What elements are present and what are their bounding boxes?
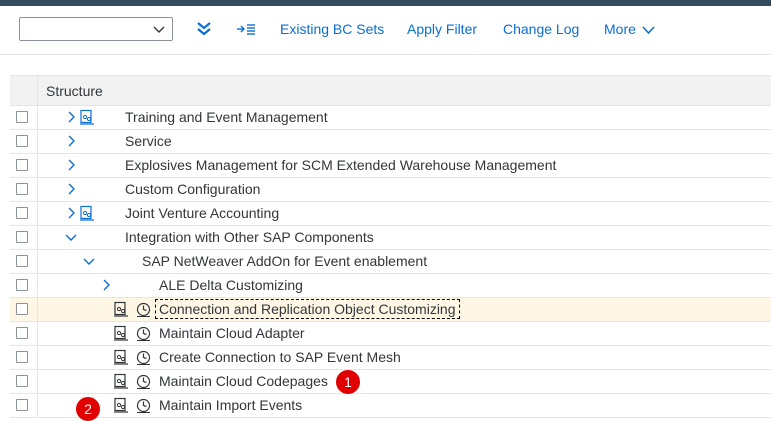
row-label: Integration with Other SAP Components: [125, 229, 374, 245]
structure-select[interactable]: [19, 17, 173, 41]
clock-icon[interactable]: [136, 302, 151, 317]
table-row[interactable]: Connection and Replication Object Custom…: [10, 298, 771, 322]
more-button[interactable]: More: [604, 21, 655, 37]
row-label: Service: [125, 133, 172, 149]
table-row[interactable]: Create Connection to SAP Event Mesh: [10, 346, 771, 370]
toolbar: Existing BC Sets Apply Filter Change Log…: [0, 6, 771, 55]
change-log-button[interactable]: Change Log: [503, 21, 579, 37]
chevron-right-icon[interactable]: [65, 207, 77, 219]
row-label: Custom Configuration: [125, 181, 261, 197]
row-checkbox[interactable]: [16, 255, 28, 267]
chevron-right-icon[interactable]: [65, 111, 77, 123]
row-checkbox[interactable]: [16, 207, 28, 219]
row-label[interactable]: Create Connection to SAP Event Mesh: [159, 349, 401, 365]
structure-tree-table: Structure Training and Event Management …: [10, 75, 771, 418]
table-row[interactable]: Maintain Cloud Adapter: [10, 322, 771, 346]
annotation-badge-2: 2: [76, 397, 100, 421]
img-documentation-icon[interactable]: [113, 301, 129, 317]
chevron-right-icon[interactable]: [65, 159, 77, 171]
collapse-all-icon[interactable]: [194, 19, 214, 39]
row-label: ALE Delta Customizing: [159, 277, 303, 293]
table-row[interactable]: Service: [10, 130, 771, 154]
row-checkbox[interactable]: [16, 351, 28, 363]
row-label[interactable]: Maintain Import Events: [159, 397, 302, 413]
clock-icon[interactable]: [136, 350, 151, 365]
row-checkbox[interactable]: [16, 327, 28, 339]
chevron-right-icon[interactable]: [100, 279, 112, 291]
clock-icon[interactable]: [136, 326, 151, 341]
row-checkbox[interactable]: [16, 375, 28, 387]
structure-column-header: Structure: [46, 83, 103, 99]
table-row[interactable]: Integration with Other SAP Components: [10, 226, 771, 250]
table-row[interactable]: Explosives Management for SCM Extended W…: [10, 154, 771, 178]
table-header: Structure: [10, 76, 771, 106]
img-documentation-icon[interactable]: [79, 205, 95, 221]
row-label[interactable]: Maintain Cloud Adapter: [159, 325, 305, 341]
row-checkbox[interactable]: [16, 399, 28, 411]
table-row[interactable]: Joint Venture Accounting: [10, 202, 771, 226]
img-documentation-icon[interactable]: [113, 349, 129, 365]
chevron-right-icon[interactable]: [65, 183, 77, 195]
img-documentation-icon[interactable]: [113, 373, 129, 389]
more-label: More: [604, 21, 636, 37]
table-row[interactable]: Maintain Import Events: [10, 394, 771, 418]
row-label[interactable]: Connection and Replication Object Custom…: [155, 299, 460, 319]
chevron-down-icon: [153, 26, 165, 33]
row-label: SAP NetWeaver AddOn for Event enablement: [142, 253, 428, 269]
existing-bc-sets-button[interactable]: Existing BC Sets: [280, 21, 384, 37]
row-checkbox[interactable]: [16, 231, 28, 243]
table-row[interactable]: Custom Configuration: [10, 178, 771, 202]
table-row[interactable]: ALE Delta Customizing: [10, 274, 771, 298]
chevron-right-icon[interactable]: [65, 135, 77, 147]
chevron-down-icon: [642, 26, 655, 35]
select-all-column: [10, 76, 38, 105]
table-row[interactable]: Maintain Cloud Codepages: [10, 370, 771, 394]
apply-filter-button[interactable]: Apply Filter: [407, 21, 477, 37]
row-checkbox[interactable]: [16, 279, 28, 291]
annotation-badge-1: 1: [336, 370, 360, 394]
chevron-down-icon[interactable]: [65, 231, 77, 243]
table-row[interactable]: SAP NetWeaver AddOn for Event enablement: [10, 250, 771, 274]
chevron-down-icon[interactable]: [83, 255, 95, 267]
row-label: Joint Venture Accounting: [125, 205, 280, 221]
clock-icon[interactable]: [136, 398, 151, 413]
expand-icon[interactable]: [236, 19, 256, 39]
row-checkbox[interactable]: [16, 111, 28, 123]
img-documentation-icon[interactable]: [79, 109, 95, 125]
row-label: Training and Event Management: [125, 109, 328, 125]
img-documentation-icon[interactable]: [113, 325, 129, 341]
row-checkbox[interactable]: [16, 183, 28, 195]
table-row[interactable]: Training and Event Management: [10, 106, 771, 130]
row-checkbox[interactable]: [16, 135, 28, 147]
row-label: Explosives Management for SCM Extended W…: [125, 157, 557, 173]
img-documentation-icon[interactable]: [113, 397, 129, 413]
clock-icon[interactable]: [136, 374, 151, 389]
row-label[interactable]: Maintain Cloud Codepages: [159, 373, 328, 389]
row-checkbox[interactable]: [16, 303, 28, 315]
row-checkbox[interactable]: [16, 159, 28, 171]
